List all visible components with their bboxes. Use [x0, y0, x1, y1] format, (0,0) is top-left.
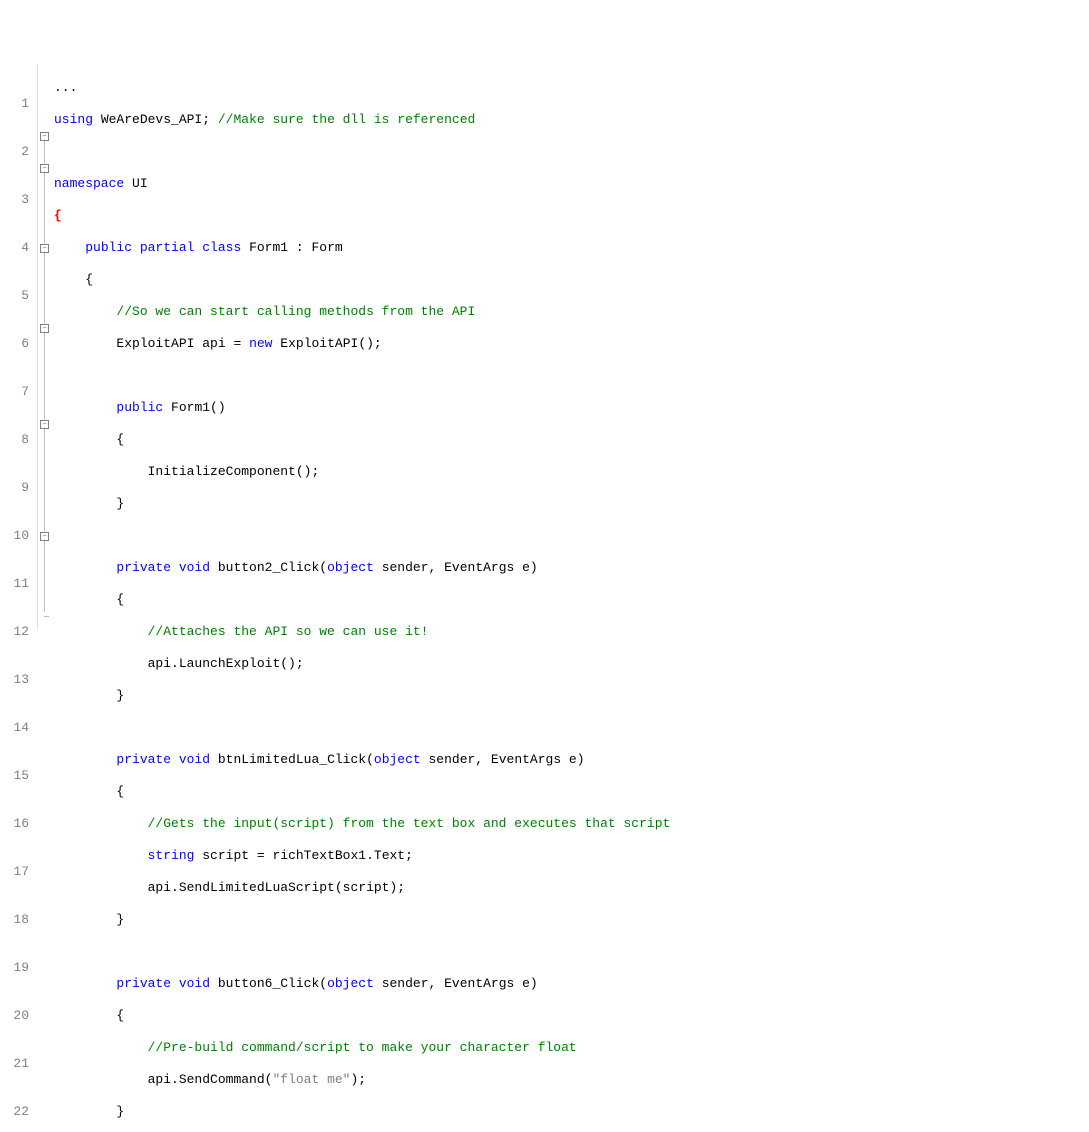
code-area[interactable]: ... using WeAreDevs_API; //Make sure the…: [52, 64, 1089, 630]
code-line[interactable]: [54, 144, 1089, 160]
code-line[interactable]: using WeAreDevs_API; //Make sure the dll…: [54, 112, 1089, 128]
fold-toggle-icon[interactable]: −: [40, 164, 49, 173]
line-number: 9: [0, 480, 29, 496]
line-number: 18: [0, 912, 29, 928]
code-line[interactable]: string script = richTextBox1.Text;: [54, 848, 1089, 864]
code-line[interactable]: {: [54, 208, 1089, 224]
line-number: 22: [0, 1104, 29, 1120]
code-line[interactable]: //Pre-build command/script to make your …: [54, 1040, 1089, 1056]
code-line[interactable]: [54, 720, 1089, 736]
code-line[interactable]: {: [54, 272, 1089, 288]
line-number: 20: [0, 1008, 29, 1024]
fold-column: − − − − − −: [38, 64, 52, 630]
line-number: 21: [0, 1056, 29, 1072]
line-number: 14: [0, 720, 29, 736]
code-line[interactable]: namespace UI: [54, 176, 1089, 192]
line-number: 2: [0, 144, 29, 160]
line-number: 6: [0, 336, 29, 352]
line-number: 17: [0, 864, 29, 880]
code-line[interactable]: {: [54, 432, 1089, 448]
line-number: 4: [0, 240, 29, 256]
code-line[interactable]: private void button6_Click(object sender…: [54, 976, 1089, 992]
fold-toggle-icon[interactable]: −: [40, 324, 49, 333]
line-number: 3: [0, 192, 29, 208]
code-line[interactable]: private void btnLimitedLua_Click(object …: [54, 752, 1089, 768]
code-line[interactable]: }: [54, 688, 1089, 704]
line-number: 7: [0, 384, 29, 400]
code-line[interactable]: api.LaunchExploit();: [54, 656, 1089, 672]
code-line[interactable]: public Form1(): [54, 400, 1089, 416]
code-line[interactable]: private void button2_Click(object sender…: [54, 560, 1089, 576]
line-number: 8: [0, 432, 29, 448]
code-line[interactable]: //Gets the input(script) from the text b…: [54, 816, 1089, 832]
fold-end: [44, 616, 49, 617]
code-editor[interactable]: 1 2 3 4 5 6 7 8 9 10 11 12 13 14 15 16 1…: [0, 64, 1089, 630]
code-line[interactable]: ExploitAPI api = new ExploitAPI();: [54, 336, 1089, 352]
line-number: 10: [0, 528, 29, 544]
line-number: 12: [0, 624, 29, 640]
code-line[interactable]: public partial class Form1 : Form: [54, 240, 1089, 256]
line-number: 16: [0, 816, 29, 832]
code-line[interactable]: {: [54, 1008, 1089, 1024]
code-line[interactable]: api.SendLimitedLuaScript(script);: [54, 880, 1089, 896]
line-number: 5: [0, 288, 29, 304]
line-number: 1: [0, 96, 29, 112]
fold-toggle-icon[interactable]: −: [40, 532, 49, 541]
code-line[interactable]: api.SendCommand("float me");: [54, 1072, 1089, 1088]
fold-toggle-icon[interactable]: −: [40, 420, 49, 429]
code-line[interactable]: [54, 368, 1089, 384]
code-line[interactable]: //Attaches the API so we can use it!: [54, 624, 1089, 640]
code-line[interactable]: }: [54, 496, 1089, 512]
line-number: 19: [0, 960, 29, 976]
code-line[interactable]: }: [54, 1104, 1089, 1120]
code-line[interactable]: InitializeComponent();: [54, 464, 1089, 480]
line-number-gutter: 1 2 3 4 5 6 7 8 9 10 11 12 13 14 15 16 1…: [0, 64, 38, 630]
code-line[interactable]: [54, 528, 1089, 544]
fold-toggle-icon[interactable]: −: [40, 244, 49, 253]
line-number: 11: [0, 576, 29, 592]
fold-toggle-icon[interactable]: −: [40, 132, 49, 141]
code-line[interactable]: }: [54, 912, 1089, 928]
code-line[interactable]: {: [54, 592, 1089, 608]
code-line[interactable]: //So we can start calling methods from t…: [54, 304, 1089, 320]
code-line[interactable]: [54, 944, 1089, 960]
code-line[interactable]: {: [54, 784, 1089, 800]
line-number: 15: [0, 768, 29, 784]
line-number: 13: [0, 672, 29, 688]
code-line[interactable]: ...: [54, 80, 1089, 96]
